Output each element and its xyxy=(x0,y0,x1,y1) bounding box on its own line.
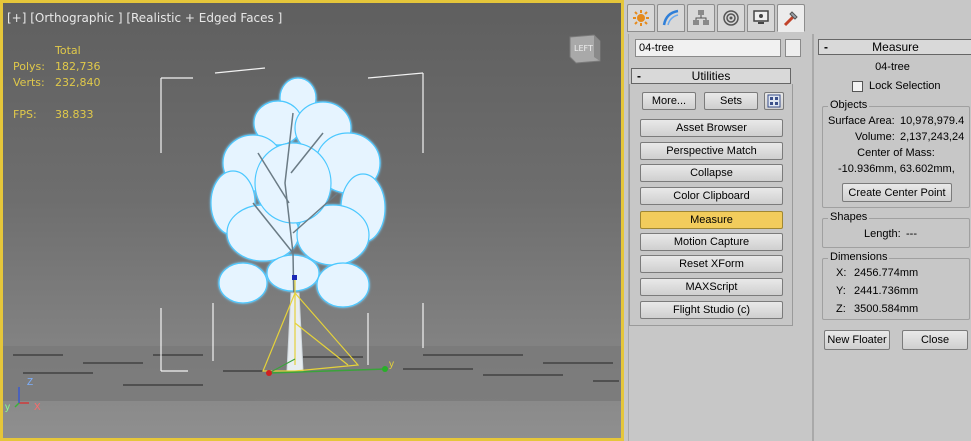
tab-modify[interactable] xyxy=(657,4,685,32)
utilities-title: Utilities xyxy=(691,69,731,83)
viewport-orthographic[interactable]: [+] [Orthographic ] [Realistic + Edged F… xyxy=(0,0,624,441)
dimension-z-label: Z: xyxy=(836,303,846,315)
stats-header: Total xyxy=(55,44,81,57)
tab-utilities[interactable] xyxy=(777,4,805,32)
flight-studio-button[interactable]: Flight Studio (c) xyxy=(640,301,783,319)
dimension-y-label: Y: xyxy=(836,285,846,297)
dimensions-group-title: Dimensions xyxy=(828,251,890,263)
motion-capture-button[interactable]: Motion Capture xyxy=(640,233,783,251)
dimension-y-value: 2441.736mm xyxy=(854,285,919,297)
utilities-rollout: More... Sets Asset Browser Perspective M… xyxy=(629,84,793,326)
surface-area-label: Surface Area: xyxy=(828,115,895,127)
fps-label: FPS: xyxy=(13,108,37,121)
object-color-swatch[interactable] xyxy=(785,39,801,57)
axis-y-label: y xyxy=(5,402,10,413)
length-label: Length: xyxy=(864,228,901,240)
objects-group-title: Objects xyxy=(828,99,870,111)
center-of-mass-label: Center of Mass: xyxy=(857,147,935,159)
measure-panel: - Measure 04-tree Lock Selection Objects… xyxy=(812,34,971,441)
collapse-toggle[interactable]: - xyxy=(819,40,833,54)
dimension-z-value: 3500.584mm xyxy=(854,303,919,315)
center-of-mass-value: -10.936mm, 63.602mm, xyxy=(838,163,955,175)
utilities-icon xyxy=(783,11,798,27)
modify-icon xyxy=(662,9,679,26)
viewcube-face-label: LEFT xyxy=(574,44,593,53)
measure-rollout-header[interactable]: - Measure xyxy=(818,39,971,55)
collapse-toggle[interactable]: - xyxy=(632,69,646,83)
measured-object-name: 04-tree xyxy=(875,61,910,73)
shapes-group-title: Shapes xyxy=(828,211,870,223)
tab-create[interactable] xyxy=(627,4,655,32)
fps-value: 38.833 xyxy=(55,108,94,121)
tab-motion[interactable] xyxy=(717,4,745,32)
viewport-label[interactable]: [+] [Orthographic ] [Realistic + Edged F… xyxy=(7,11,282,25)
viewcube-icon: LEFT xyxy=(569,34,601,64)
utilities-rollout-header[interactable]: - Utilities xyxy=(631,68,791,84)
statistics-overlay: Total Polys: 182,736 Verts: 232,840 FPS: 38… xyxy=(13,43,101,123)
collapse-button[interactable]: Collapse xyxy=(640,164,783,182)
command-panel-tabs xyxy=(624,4,814,34)
configure-sets-button[interactable] xyxy=(764,92,784,110)
lock-selection-checkbox[interactable] xyxy=(852,81,863,92)
polys-label: Polys: xyxy=(13,60,45,73)
dimension-x-label: X: xyxy=(836,267,847,279)
configure-icon xyxy=(767,94,781,108)
axis-x-label: X xyxy=(34,402,41,413)
new-floater-button[interactable]: New Floater xyxy=(824,330,890,350)
create-center-point-button[interactable]: Create Center Point xyxy=(842,183,952,202)
measure-button[interactable]: Measure xyxy=(640,211,783,229)
gizmo-y-label: y xyxy=(389,359,394,370)
maxscript-button[interactable]: MAXScript xyxy=(640,278,783,296)
polys-value: 182,736 xyxy=(55,60,101,73)
tab-display[interactable] xyxy=(747,4,775,32)
hierarchy-icon xyxy=(693,10,709,25)
reset-xform-button[interactable]: Reset XForm xyxy=(640,255,783,273)
volume-value: 2,137,243,24 xyxy=(900,131,965,143)
color-clipboard-button[interactable]: Color Clipboard xyxy=(640,187,783,205)
perspective-match-button[interactable]: Perspective Match xyxy=(640,142,783,160)
surface-area-value: 10,978,979.4 xyxy=(900,115,965,127)
display-icon xyxy=(753,10,769,24)
close-button[interactable]: Close xyxy=(902,330,968,350)
verts-value: 232,840 xyxy=(55,76,101,89)
command-panel: 04-tree - Utilities More... Sets Asset B… xyxy=(628,34,804,441)
sets-button[interactable]: Sets xyxy=(704,92,758,110)
length-value: --- xyxy=(906,228,917,240)
create-icon xyxy=(633,10,649,26)
tab-hierarchy[interactable] xyxy=(687,4,715,32)
motion-icon xyxy=(723,10,739,26)
viewcube[interactable]: LEFT xyxy=(566,31,604,65)
dimension-x-value: 2456.774mm xyxy=(854,267,919,279)
lock-selection-label: Lock Selection xyxy=(869,80,941,92)
object-name-field[interactable]: 04-tree xyxy=(635,39,781,57)
axis-z-label: Z xyxy=(27,377,34,388)
verts-label: Verts: xyxy=(13,76,45,89)
tree-foliage xyxy=(210,77,386,308)
ground-plane xyxy=(3,346,621,401)
more-button[interactable]: More... xyxy=(642,92,696,110)
asset-browser-button[interactable]: Asset Browser xyxy=(640,119,783,137)
volume-label: Volume: xyxy=(855,131,895,143)
measure-title: Measure xyxy=(872,40,919,54)
